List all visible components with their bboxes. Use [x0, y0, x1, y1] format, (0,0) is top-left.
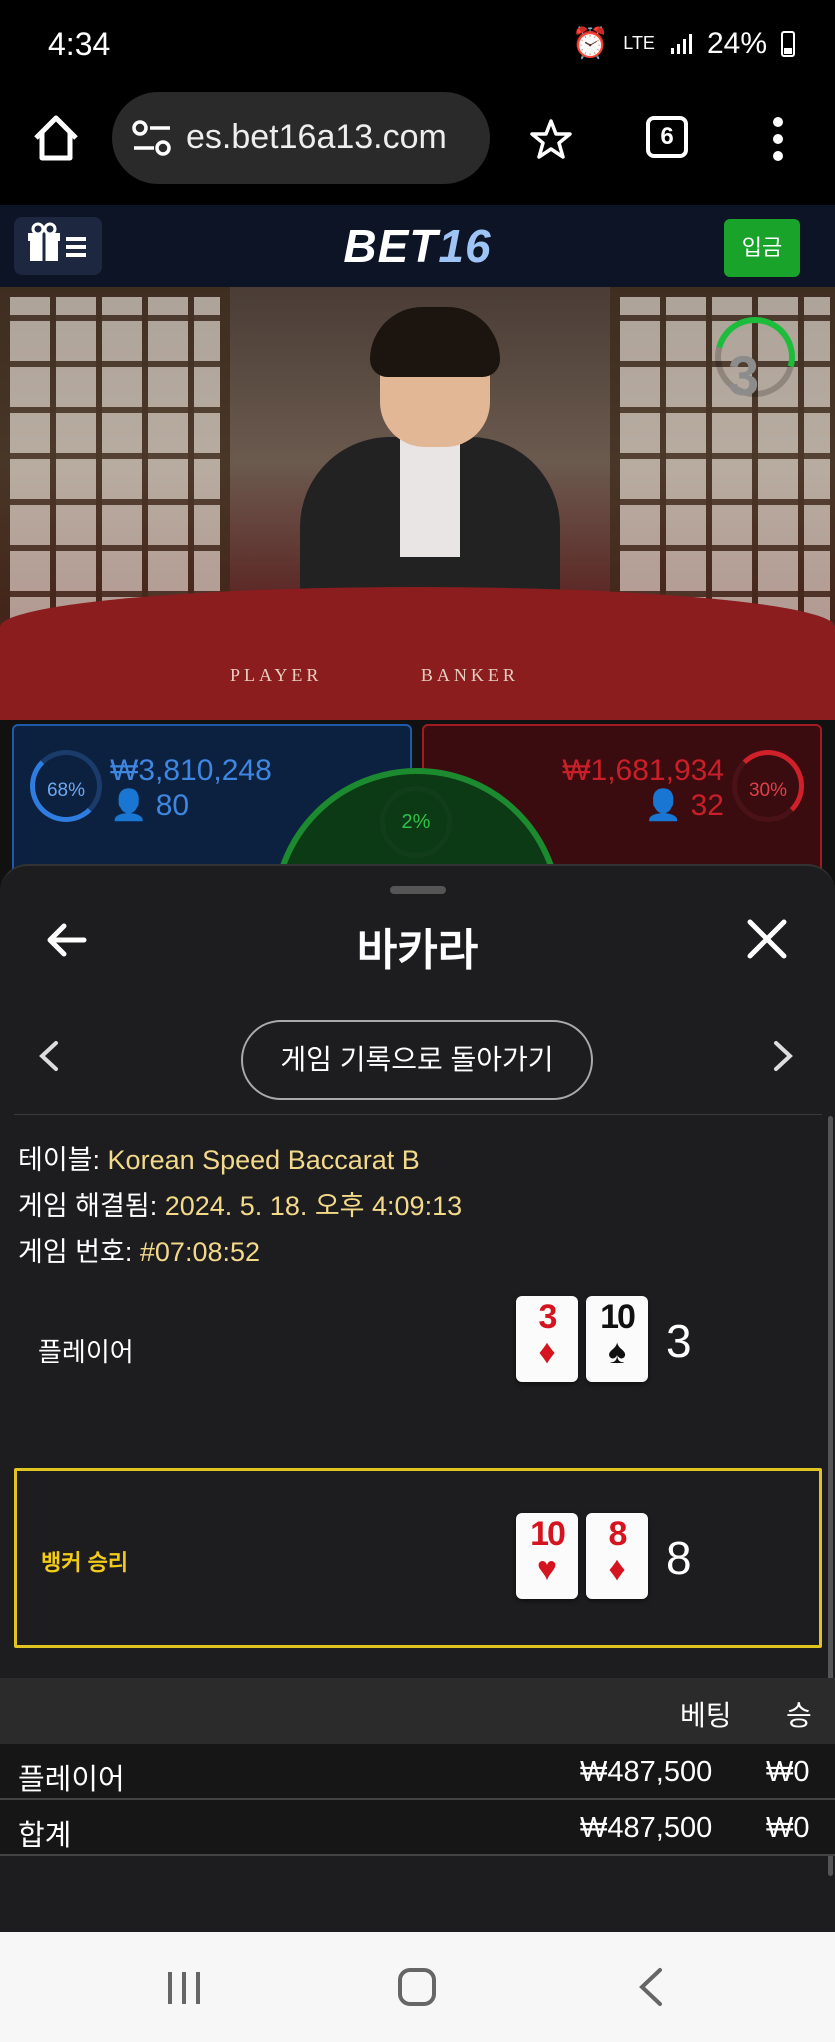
player-bet-amount: ₩3,810,248 — [110, 754, 272, 787]
row-bet-name: 합계 — [18, 1820, 72, 1852]
row-win-amount: ₩0 — [766, 1812, 810, 1844]
site-settings-icon[interactable] — [132, 120, 172, 156]
site-header: BET16 입금 — [0, 205, 835, 287]
info-resolved: 게임 해결됨: 2024. 5. 18. 오후 4:09:13 — [18, 1191, 463, 1221]
status-bar: 4:34 ⏰ LTE 24% — [0, 0, 835, 90]
resolved-time: 2024. 5. 18. 오후 4:09:13 — [164, 1191, 463, 1221]
sheet-drag-handle[interactable] — [390, 886, 446, 894]
browser-toolbar: es.bet16a13.com 6 — [0, 90, 835, 205]
return-to-history-button[interactable]: 게임 기록으로 돌아가기 — [241, 1020, 593, 1100]
playing-card: 8 ♦ — [586, 1513, 648, 1599]
home-nav-icon[interactable] — [396, 1966, 438, 2008]
playing-card: 10 ♠ — [586, 1296, 648, 1382]
player-result-label: 플레이어 — [38, 1337, 134, 1367]
network-label: LTE — [623, 33, 655, 53]
bet-table-header: 베팅 승 — [0, 1678, 835, 1744]
site-logo[interactable]: BET16 — [0, 219, 835, 273]
alarm-icon: ⏰ — [571, 27, 610, 60]
close-icon[interactable] — [746, 918, 788, 960]
game-detail-sheet: 바카라 게임 기록으로 돌아가기 테이블: Korean Speed Bacca… — [0, 864, 835, 1932]
player-bettor-count: 👤 80 — [110, 789, 190, 822]
chevron-left-icon[interactable] — [36, 1040, 62, 1072]
playing-card: 3 ♦ — [516, 1296, 578, 1382]
player-score: 3 — [666, 1315, 692, 1367]
banker-result-label: 뱅커 승리 — [41, 1550, 129, 1575]
more-options-icon[interactable] — [770, 116, 786, 162]
banker-bettor-count: 👤 32 — [644, 789, 724, 822]
countdown-number: 3 — [728, 344, 760, 407]
banker-result-row: 뱅커 승리 10 ♥ 8 ♦ 8 — [14, 1468, 822, 1648]
table-label-banker: BANKER — [420, 665, 519, 685]
live-video: PLAYER BANKER 3 — [0, 287, 835, 727]
address-bar[interactable]: es.bet16a13.com — [112, 92, 490, 184]
user-icon: 👤 — [644, 789, 683, 822]
tab-switcher-button[interactable]: 6 — [646, 116, 688, 158]
bookmark-star-icon[interactable] — [530, 118, 572, 160]
logo-text: BET — [343, 220, 439, 272]
player-result-row: 플레이어 3 ♦ 10 ♠ 3 — [14, 1286, 822, 1466]
banker-score: 8 — [666, 1532, 692, 1584]
row-bet-amount: ₩487,500 — [580, 1812, 713, 1844]
recent-apps-icon[interactable] — [164, 1968, 204, 2008]
url-text: es.bet16a13.com — [186, 118, 447, 156]
deposit-button[interactable]: 입금 — [724, 219, 800, 277]
banker-bet-amount: ₩1,681,934 — [562, 754, 724, 787]
back-nav-icon[interactable] — [636, 1966, 666, 2008]
info-game-number: 게임 번호: #07:08:52 — [18, 1237, 261, 1267]
row-bet-name: 플레이어 — [18, 1764, 125, 1796]
table-labels: PLAYER BANKER — [230, 665, 609, 686]
column-bet: 베팅 — [680, 1700, 732, 1731]
info-table: 테이블: Korean Speed Baccarat B — [18, 1145, 420, 1175]
system-navigation-bar — [0, 1932, 835, 2042]
table-label-player: PLAYER — [230, 665, 323, 685]
banker-percent-ring: 30% — [732, 750, 804, 822]
tie-percent-ring: 2% — [380, 786, 452, 858]
battery-level: 24% — [706, 26, 767, 60]
baccarat-table — [0, 587, 835, 727]
status-icons: ⏰ LTE 24% — [572, 26, 795, 61]
home-icon[interactable] — [30, 112, 82, 164]
clock: 4:34 — [48, 26, 111, 62]
divider — [14, 1114, 822, 1115]
table-row-total: 합계 ₩487,500 ₩0 — [0, 1800, 835, 1856]
column-win: 승 — [786, 1700, 812, 1731]
table-row: 플레이어 ₩487,500 ₩0 — [0, 1744, 835, 1800]
row-bet-amount: ₩487,500 — [580, 1756, 713, 1788]
player-percent-ring: 68% — [30, 750, 102, 822]
logo-number: 16 — [438, 220, 492, 272]
game-number: #07:08:52 — [139, 1237, 261, 1267]
chevron-right-icon[interactable] — [770, 1040, 796, 1072]
playing-card: 10 ♥ — [516, 1513, 578, 1599]
sheet-title: 바카라 — [356, 926, 479, 975]
table-name: Korean Speed Baccarat B — [107, 1145, 420, 1175]
user-icon: 👤 — [110, 789, 148, 822]
row-win-amount: ₩0 — [766, 1756, 810, 1788]
battery-icon — [781, 30, 795, 57]
signal-icon — [670, 33, 692, 54]
